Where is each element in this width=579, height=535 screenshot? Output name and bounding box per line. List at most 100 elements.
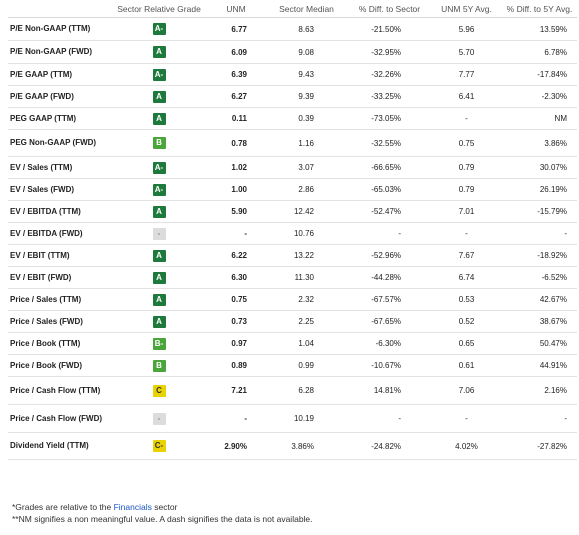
metric-cell[interactable]: P/E Non-GAAP (TTM)	[8, 17, 111, 41]
table-row: P/E Non-GAAP (FWD) A 6.09 9.08 -32.95% 5.70 6.…	[8, 40, 577, 64]
grade-cell: A	[111, 40, 207, 64]
unm-5y-value: 7.01	[431, 200, 502, 223]
grade-badge: A	[152, 46, 166, 58]
financials-sector-link[interactable]: Financials	[114, 502, 152, 512]
metric-cell[interactable]: EV / Sales (TTM)	[8, 156, 111, 179]
unm-5y-value: 0.79	[431, 178, 502, 201]
metric-cell[interactable]: Price / Sales (FWD)	[8, 310, 111, 333]
metric-cell[interactable]: Price / Book (TTM)	[8, 332, 111, 355]
pct-diff-5y-value: -15.79%	[502, 200, 577, 223]
unm-5y-value: -	[431, 107, 502, 130]
table-row: P/E GAAP (TTM) A- 6.39 9.43 -32.26% 7.77 -17.8…	[8, 63, 577, 86]
metric-cell[interactable]: EV / EBIT (TTM)	[8, 244, 111, 267]
grade-badge: A	[152, 249, 166, 262]
metric-cell[interactable]: EV / Sales (FWD)	[8, 178, 111, 201]
header-metric	[8, 0, 111, 18]
header-unm-5y-avg[interactable]: UNM 5Y Avg.	[431, 0, 502, 18]
table-row: P/E Non-GAAP (TTM) A- 6.77 8.63 -21.50% 5.96 1…	[8, 17, 577, 41]
grade-cell: A	[111, 288, 207, 311]
unm-5y-value: 4.02%	[431, 432, 502, 460]
metric-cell[interactable]: P/E Non-GAAP (FWD)	[8, 40, 111, 64]
grade-badge: B	[152, 359, 166, 372]
sector-median-value: 0.99	[265, 354, 348, 377]
pct-diff-sector-value: -	[348, 222, 431, 245]
grade-badge: A	[152, 112, 166, 125]
sector-median-value: 2.25	[265, 310, 348, 333]
metric-cell[interactable]: PEG Non-GAAP (FWD)	[8, 129, 111, 157]
unm-5y-value: 5.70	[431, 40, 502, 64]
grade-cell: -	[111, 404, 207, 433]
unm-value: 6.39	[207, 63, 265, 86]
grade-badge: B	[152, 137, 166, 149]
header-grade[interactable]: Sector Relative Grade	[111, 0, 207, 18]
grade-cell: B-	[111, 332, 207, 355]
grade-cell: C	[111, 376, 207, 405]
unm-5y-value: 7.67	[431, 244, 502, 267]
sector-median-value: 9.43	[265, 63, 348, 86]
unm-value: 0.78	[207, 129, 265, 157]
unm-value: 2.90%	[207, 432, 265, 460]
pct-diff-5y-value: 30.07%	[502, 156, 577, 179]
metric-cell[interactable]: EV / EBIT (FWD)	[8, 266, 111, 289]
sector-median-value: 9.39	[265, 85, 348, 108]
grade-badge: A-	[152, 68, 166, 81]
pct-diff-sector-value: 14.81%	[348, 376, 431, 405]
pct-diff-5y-value: 2.16%	[502, 376, 577, 405]
metric-cell[interactable]: PEG GAAP (TTM)	[8, 107, 111, 130]
table-row: EV / EBITDA (TTM) A 5.90 12.42 -52.47% 7.01 -1…	[8, 200, 577, 223]
pct-diff-5y-value: -	[502, 222, 577, 245]
pct-diff-5y-value: -2.30%	[502, 85, 577, 108]
unm-value: 7.21	[207, 376, 265, 405]
unm-5y-value: 0.79	[431, 156, 502, 179]
grade-badge: A-	[152, 161, 166, 174]
unm-value: 6.22	[207, 244, 265, 267]
metric-cell[interactable]: P/E GAAP (FWD)	[8, 85, 111, 108]
unm-value: 5.90	[207, 200, 265, 223]
sector-median-value: 11.30	[265, 266, 348, 289]
unm-value: 0.97	[207, 332, 265, 355]
pct-diff-sector-value: -21.50%	[348, 17, 431, 41]
grade-cell: A	[111, 244, 207, 267]
metric-cell[interactable]: Price / Book (FWD)	[8, 354, 111, 377]
footnote-grades-suffix: sector	[151, 502, 178, 512]
pct-diff-5y-value: -	[502, 404, 577, 433]
pct-diff-sector-value: -32.95%	[348, 40, 431, 64]
pct-diff-5y-value: 50.47%	[502, 332, 577, 355]
header-pct-diff-5y[interactable]: % Diff. to 5Y Avg.	[502, 0, 577, 18]
header-sector-median[interactable]: Sector Median	[265, 0, 348, 18]
unm-value: 1.02	[207, 156, 265, 179]
grade-badge: B-	[152, 337, 166, 350]
metric-cell[interactable]: Price / Cash Flow (FWD)	[8, 404, 111, 433]
table-row: Price / Book (FWD) B 0.89 0.99 -10.67% 0.61 44…	[8, 354, 577, 377]
sector-median-value: 0.39	[265, 107, 348, 130]
unm-5y-value: 0.53	[431, 288, 502, 311]
grade-cell: A	[111, 200, 207, 223]
metric-cell[interactable]: EV / EBITDA (FWD)	[8, 222, 111, 245]
pct-diff-sector-value: -52.96%	[348, 244, 431, 267]
sector-median-value: 2.86	[265, 178, 348, 201]
pct-diff-sector-value: -67.65%	[348, 310, 431, 333]
pct-diff-5y-value: 26.19%	[502, 178, 577, 201]
pct-diff-sector-value: -73.05%	[348, 107, 431, 130]
header-unm[interactable]: UNM	[207, 0, 265, 18]
unm-5y-value: 0.61	[431, 354, 502, 377]
unm-value: 1.00	[207, 178, 265, 201]
pct-diff-sector-value: -44.28%	[348, 266, 431, 289]
metric-cell[interactable]: EV / EBITDA (TTM)	[8, 200, 111, 223]
grade-badge: A	[152, 315, 166, 328]
metric-cell[interactable]: Price / Sales (TTM)	[8, 288, 111, 311]
unm-5y-value: 5.96	[431, 17, 502, 41]
table-row: Price / Cash Flow (FWD) - -10.19- - -	[8, 404, 577, 433]
pct-diff-sector-value: -24.82%	[348, 432, 431, 460]
grade-cell: A-	[111, 178, 207, 201]
sector-median-value: 1.16	[265, 129, 348, 157]
pct-diff-sector-value: -66.65%	[348, 156, 431, 179]
metric-cell[interactable]: Price / Cash Flow (TTM)	[8, 376, 111, 405]
metric-cell[interactable]: P/E GAAP (TTM)	[8, 63, 111, 86]
header-pct-diff-sector[interactable]: % Diff. to Sector	[348, 0, 431, 18]
grade-cell: A	[111, 266, 207, 289]
metric-cell[interactable]: Dividend Yield (TTM)	[8, 432, 111, 460]
table-row: PEG GAAP (TTM) A 0.11 0.39 -73.05% - NM	[8, 107, 577, 130]
grade-badge: -	[152, 412, 166, 425]
pct-diff-5y-value: 3.86%	[502, 129, 577, 157]
